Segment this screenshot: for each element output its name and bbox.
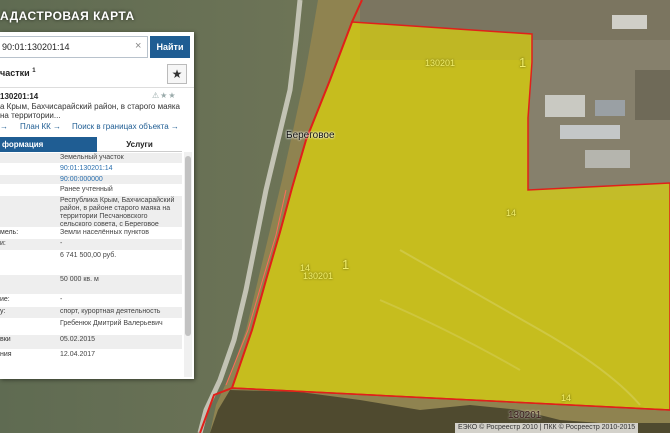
tabs: формация Услуги — [0, 137, 182, 152]
map-attribution: ЕЭКО © Росреестр 2010 | ПКК © Росреестр … — [455, 423, 639, 433]
map-label: 14 — [506, 208, 517, 218]
attribute-value: спорт, курортная деятельность — [60, 308, 161, 315]
attribute-row: Ранее учтенный — [0, 185, 182, 196]
attribute-value: 12.04.2017 — [60, 351, 96, 358]
map-label: 1 — [519, 55, 527, 70]
attribute-value: Ранее учтенный — [60, 186, 113, 193]
attribute-row: Гребенюк Дмитрий Валерьевич — [0, 319, 182, 335]
attribute-row: мель: Земли населённых пунктов — [0, 228, 182, 239]
section-title: частки 1 — [0, 68, 36, 78]
title-bar: АДАСТРОВАЯ КАРТА — [0, 0, 670, 32]
object-id: 130201:14 — [0, 92, 39, 101]
link-back[interactable]: → — [0, 122, 8, 131]
search-row: × Найти — [0, 36, 194, 58]
close-icon[interactable]: × — [135, 40, 141, 52]
attribute-value: 6 741 500,00 руб. — [60, 252, 117, 259]
attribute-key: ния — [0, 351, 12, 358]
link-search-bounds[interactable]: Поиск в границах объекта → — [72, 122, 179, 131]
map-label: 130201 — [303, 271, 334, 281]
scroll-thumb[interactable] — [185, 156, 191, 336]
app-title: АДАСТРОВАЯ КАРТА — [0, 9, 135, 23]
attribute-value: 50 000 кв. м — [60, 276, 99, 283]
attribute-value: Земли населённых пунктов — [60, 229, 150, 236]
attribute-row: вки 05.02.2015 — [0, 335, 182, 350]
search-input[interactable] — [0, 36, 148, 58]
attribute-table: Земельный участок 90:01:130201:14 90:00:00… — [0, 153, 182, 362]
attribute-row: Республика Крым, Бахчисарайский район, в… — [0, 196, 182, 228]
favorite-button[interactable]: ★ — [167, 64, 187, 84]
attribute-row: ния 12.04.2017 — [0, 350, 182, 362]
attribute-key: у: — [0, 308, 6, 315]
star-icon: ★ — [171, 67, 183, 81]
attribute-value: - — [60, 240, 63, 247]
attribute-row: 90:00:000000 — [0, 175, 182, 185]
object-tools[interactable]: ⚠★★ — [152, 91, 177, 100]
attribute-key: вки — [0, 336, 11, 343]
attribute-value: Республика Крым, Бахчисарайский район, в… — [60, 197, 175, 228]
attribute-value[interactable]: 90:00:000000 — [60, 176, 180, 184]
attribute-key: и: — [0, 240, 6, 247]
attribute-value: Гребенюк Дмитрий Валерьевич — [60, 320, 163, 327]
attribute-row: Земельный участок — [0, 153, 182, 164]
attribute-value: - — [60, 296, 63, 303]
map-label: 14 — [561, 393, 572, 403]
object-address: а Крым, Бахчисарайский район, в старого … — [0, 102, 181, 120]
attribute-key: ие: — [0, 296, 10, 303]
scrollbar[interactable] — [184, 152, 192, 377]
tab-information[interactable]: формация — [0, 137, 97, 152]
section-header: частки 1 ★ — [0, 62, 194, 88]
attribute-row: 6 741 500,00 руб. — [0, 251, 182, 275]
place-label: Береговое — [286, 130, 335, 141]
attribute-key: мель: — [0, 229, 19, 236]
map-label: 130201 — [425, 58, 456, 68]
map-label: 1 — [342, 257, 350, 272]
attribute-value: 05.02.2015 — [60, 336, 96, 343]
attribute-row: у: спорт, курортная деятельность — [0, 307, 182, 319]
attribute-value[interactable]: 90:01:130201:14 — [60, 165, 180, 173]
attribute-row: 90:01:130201:14 — [0, 164, 182, 175]
search-button[interactable]: Найти — [150, 36, 190, 58]
attribute-value: Земельный участок — [60, 154, 124, 161]
tab-services[interactable]: Услуги — [97, 137, 182, 152]
link-plan-kk[interactable]: План КК → — [20, 122, 61, 131]
attribute-row: 50 000 кв. м — [0, 275, 182, 295]
attribute-row: и: - — [0, 239, 182, 251]
map-label: 130201 — [508, 410, 542, 421]
attribute-row: ие: - — [0, 295, 182, 307]
search-panel: × Найти частки 1 ★ 130201:14 ⚠★★ а Крым,… — [0, 32, 194, 379]
